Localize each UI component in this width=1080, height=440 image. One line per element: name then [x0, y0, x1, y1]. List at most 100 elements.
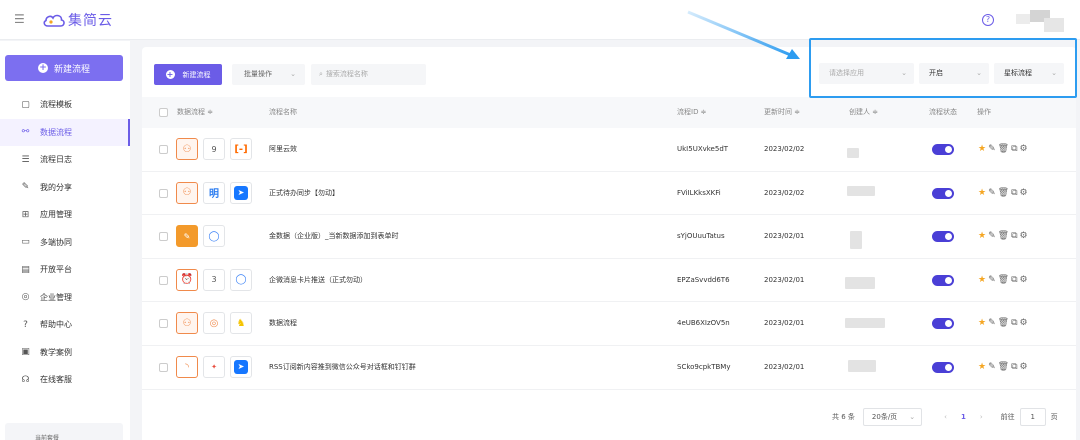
- col-id[interactable]: 流程ID ≑: [677, 97, 707, 128]
- search-placeholder: 搜索流程名称: [325, 70, 368, 78]
- sidebar-item[interactable]: ✎ 我的分享: [0, 174, 130, 202]
- copy-icon[interactable]: ⧉: [1011, 275, 1019, 285]
- delete-icon[interactable]: 🗑︎: [998, 275, 1011, 285]
- edit-icon[interactable]: ✎: [988, 144, 998, 154]
- edit-icon[interactable]: ✎: [988, 275, 998, 285]
- sidebar-item[interactable]: ◎ 企业管理: [0, 284, 130, 312]
- copy-icon[interactable]: ⧉: [1011, 318, 1019, 328]
- avatar[interactable]: [1016, 10, 1064, 32]
- star-icon[interactable]: ★: [978, 144, 988, 154]
- col-flow[interactable]: 数据流程 ≑: [177, 97, 213, 128]
- flow-name-link[interactable]: 数据流程: [269, 302, 297, 345]
- sidebar-item[interactable]: ☊ 在线客服: [0, 366, 130, 394]
- logo[interactable]: 集简云: [42, 10, 113, 30]
- page-size-value: 20条/页: [871, 413, 898, 421]
- flow-name-link[interactable]: 阿里云效: [269, 128, 297, 171]
- col-creator[interactable]: 创建人 ≑: [849, 97, 878, 128]
- table-row[interactable]: ✎ ◯ 金数据（企业版）_当新数据添加到表单时 sYjOUuuTatus 2023/02…: [142, 215, 1076, 259]
- sidebar-item[interactable]: ▭ 多端协同: [0, 229, 130, 257]
- delete-icon[interactable]: 🗑︎: [998, 144, 1011, 154]
- row-checkbox[interactable]: [159, 319, 168, 329]
- delete-icon[interactable]: 🗑︎: [998, 318, 1011, 328]
- updated-time: 2023/02/01: [764, 275, 805, 284]
- copy-icon[interactable]: ⧉: [1011, 144, 1019, 154]
- settings-icon[interactable]: ⚙: [1020, 231, 1030, 241]
- row-checkbox[interactable]: [159, 275, 168, 285]
- flow-name-link[interactable]: 正式待办同步【勿动】: [269, 172, 339, 215]
- table-row[interactable]: ⚇ 9 [-] 阿里云效 UkI5UXvke5dT 2023/02/02 ★✎🗑︎⧉⚙: [142, 128, 1076, 172]
- table-row[interactable]: ⚇ 明 ➤ 正式待办同步【勿动】 FViILKksXKFi 2023/02/02 ★✎🗑︎⧉…: [142, 172, 1076, 216]
- settings-icon[interactable]: ⚙: [1020, 275, 1030, 285]
- star-icon[interactable]: ★: [978, 188, 988, 198]
- row-actions: ★✎🗑︎⧉⚙: [978, 259, 1030, 302]
- table-row[interactable]: ⚇ ◎ ♞ 数据流程 4eUB6XIzOV5n 2023/02/01 ★✎🗑︎⧉⚙: [142, 302, 1076, 346]
- delete-icon[interactable]: 🗑︎: [998, 188, 1011, 198]
- question-circle-icon[interactable]: ?: [982, 14, 994, 26]
- prev-page-icon[interactable]: ‹: [944, 413, 947, 421]
- search-input[interactable]: ⌕ 搜索流程名称: [311, 64, 426, 85]
- status-toggle[interactable]: [932, 187, 954, 199]
- status-toggle[interactable]: [932, 231, 954, 243]
- menu-toggle-icon[interactable]: ☰: [14, 13, 26, 25]
- flow-name-link[interactable]: RSS订阅新内容推到微信公众号对话框和钉钉群: [269, 346, 416, 389]
- current-plan[interactable]: 当前套餐: [5, 423, 123, 440]
- settings-icon[interactable]: ⚙: [1020, 362, 1030, 372]
- goto-page-input[interactable]: 1: [1019, 408, 1046, 426]
- next-page-icon[interactable]: ›: [980, 413, 983, 421]
- col-updated[interactable]: 更新时间 ≑: [764, 97, 800, 128]
- row-checkbox[interactable]: [159, 232, 168, 242]
- sidebar-item[interactable]: ? 帮助中心: [0, 311, 130, 339]
- creator-avatar: [850, 231, 862, 250]
- copy-icon[interactable]: ⧉: [1011, 188, 1019, 198]
- delete-icon[interactable]: 🗑︎: [998, 231, 1011, 241]
- row-app-icons: ⏰ 3 ◯: [176, 268, 257, 291]
- flow-id: 4eUB6XIzOV5n: [677, 319, 730, 328]
- new-flow-button[interactable]: + 新建流程: [154, 64, 222, 85]
- sidebar-item-label: 教学案例: [40, 347, 72, 357]
- star-icon[interactable]: ★: [978, 231, 988, 241]
- status-toggle[interactable]: [932, 318, 954, 330]
- select-all-checkbox[interactable]: [159, 108, 168, 117]
- flow-name-link[interactable]: 企微消息卡片推送（正式勿动）: [269, 259, 367, 302]
- filter-highlight-box: [809, 38, 1077, 98]
- flow-name-link[interactable]: 金数据（企业版）_当新数据添加到表单时: [269, 215, 399, 258]
- sidebar-item[interactable]: ▣ 教学案例: [0, 339, 130, 367]
- status-toggle[interactable]: [932, 274, 954, 286]
- page-size-select[interactable]: 20条/页 ⌄: [862, 408, 923, 426]
- edit-icon[interactable]: ✎: [988, 188, 998, 198]
- sidebar-item[interactable]: ⚯ 数据流程: [0, 118, 130, 146]
- status-toggle[interactable]: [932, 362, 954, 373]
- batch-operation-select[interactable]: 批量操作 ⌄: [232, 64, 305, 85]
- wecom-icon: ◯: [203, 225, 225, 248]
- flow-id: sYjOUuuTatus: [677, 232, 725, 241]
- settings-icon[interactable]: ⚙: [1020, 144, 1030, 154]
- delete-icon[interactable]: 🗑︎: [998, 362, 1011, 372]
- row-checkbox[interactable]: [159, 363, 168, 372]
- sidebar-item[interactable]: ▢ 流程模板: [0, 91, 130, 119]
- settings-icon[interactable]: ⚙: [1020, 188, 1030, 198]
- edit-icon[interactable]: ✎: [988, 231, 998, 241]
- copy-icon[interactable]: ⧉: [1011, 362, 1019, 372]
- star-icon[interactable]: ★: [978, 362, 988, 372]
- sidebar-item[interactable]: ▤ 开放平台: [0, 256, 130, 284]
- sidebar-item-label: 帮助中心: [40, 320, 72, 330]
- creator-avatar: [845, 318, 885, 329]
- edit-icon[interactable]: ✎: [988, 318, 998, 328]
- row-checkbox[interactable]: [159, 188, 168, 198]
- aliyun-icon: [-]: [230, 138, 252, 160]
- row-checkbox[interactable]: [159, 145, 168, 154]
- batch-operation-label: 批量操作: [244, 70, 272, 78]
- table-row[interactable]: ⏰ 3 ◯ 企微消息卡片推送（正式勿动） EPZaSvvdd6T6 2023/02/01 ★…: [142, 259, 1076, 303]
- sidebar-item[interactable]: ⊞ 应用管理: [0, 201, 130, 229]
- table-row[interactable]: ◝ ✦ ➤ RSS订阅新内容推到微信公众号对话框和钉钉群 SCko9cpkTBMy 202…: [142, 346, 1076, 390]
- star-icon[interactable]: ★: [978, 275, 988, 285]
- current-page[interactable]: 1: [961, 413, 966, 421]
- sidebar-new-flow-button[interactable]: + 新建流程: [5, 55, 123, 81]
- settings-icon[interactable]: ⚙: [1020, 318, 1030, 328]
- sidebar-item-label: 我的分享: [40, 182, 72, 192]
- edit-icon[interactable]: ✎: [988, 362, 998, 372]
- status-toggle[interactable]: [932, 144, 954, 155]
- sidebar-item[interactable]: ☰ 流程日志: [0, 146, 130, 174]
- star-icon[interactable]: ★: [978, 318, 988, 328]
- copy-icon[interactable]: ⧉: [1011, 231, 1019, 241]
